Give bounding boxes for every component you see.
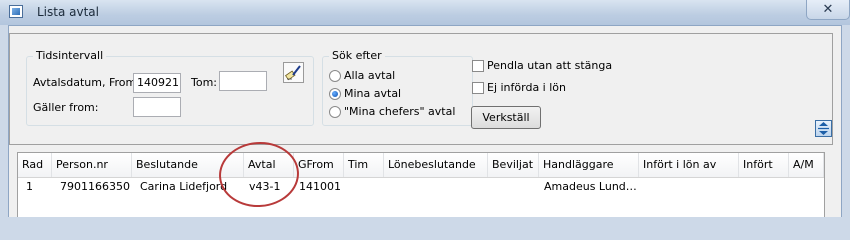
radio-label: Mina avtal xyxy=(344,87,402,100)
app-window-icon xyxy=(9,5,23,18)
cell-beviljat xyxy=(488,177,539,197)
column-header-am[interactable]: A/M xyxy=(789,153,824,177)
column-header-beviljat[interactable]: Beviljat xyxy=(488,153,539,177)
from-label: Avtalsdatum, From: xyxy=(33,76,140,89)
column-header-tim[interactable]: Tim xyxy=(344,153,384,177)
table-header: Rad Person.nr Beslutande Avtal GFrom Tim… xyxy=(18,153,824,178)
checkbox[interactable] xyxy=(472,82,484,94)
valid-from-input[interactable] xyxy=(133,97,181,117)
period-group-legend: Tidsintervall xyxy=(33,49,107,62)
checkbox[interactable] xyxy=(472,60,484,72)
search-group: Sök efter Alla avtal Mina avtal "Mina ch… xyxy=(322,49,473,126)
cell-rad: 1 xyxy=(26,180,33,193)
cell-lonebeslutande xyxy=(384,177,488,197)
cell-am xyxy=(789,177,824,197)
column-header-personnr[interactable]: Person.nr xyxy=(52,153,132,177)
checkbox-label: Pendla utan att stänga xyxy=(487,59,613,72)
close-icon: ✕ xyxy=(822,2,834,17)
radio-label: "Mina chefers" avtal xyxy=(344,105,456,118)
title-bar[interactable]: Lista avtal ✕ xyxy=(0,0,850,25)
to-label: Tom: xyxy=(191,76,218,89)
radio-button[interactable] xyxy=(329,70,341,82)
cell-handlaggare: Amadeus Lund… xyxy=(544,180,637,193)
to-date-input[interactable] xyxy=(219,71,267,91)
close-button[interactable]: ✕ xyxy=(806,0,850,20)
checkbox-label: Ej införda i lön xyxy=(487,81,566,94)
valid-from-label: Gäller from: xyxy=(33,101,99,114)
column-header-rad[interactable]: Rad xyxy=(18,153,52,177)
radio-button[interactable] xyxy=(329,106,341,118)
window-title: Lista avtal xyxy=(37,5,99,19)
column-header-lonebeslutande[interactable]: Lönebeslutande xyxy=(384,153,488,177)
expand-collapse-icon xyxy=(818,122,829,135)
contracts-table[interactable]: Rad Person.nr Beslutande Avtal GFrom Tim… xyxy=(17,152,825,217)
cell-tim xyxy=(344,177,384,197)
cell-infort-i-lon-av xyxy=(639,177,739,197)
cell-gfrom: 141001 xyxy=(299,180,341,193)
column-header-handlaggare[interactable]: Handläggare xyxy=(539,153,639,177)
cell-infort xyxy=(739,177,789,197)
expand-collapse-button[interactable] xyxy=(815,120,832,137)
filter-panel: Tidsintervall Avtalsdatum, From: 140921 … xyxy=(9,33,833,145)
column-header-gfrom[interactable]: GFrom xyxy=(294,153,344,177)
radio-label: Alla avtal xyxy=(344,69,396,82)
clear-dates-button[interactable] xyxy=(283,62,304,83)
eraser-pen-icon xyxy=(285,65,301,81)
cell-personnr: 7901166350 xyxy=(60,180,130,193)
radio-button[interactable] xyxy=(329,88,341,100)
period-group: Tidsintervall Avtalsdatum, From: 140921 … xyxy=(26,49,314,126)
from-date-input[interactable]: 140921 xyxy=(133,73,181,93)
search-group-legend: Sök efter xyxy=(329,49,385,62)
apply-button[interactable]: Verkställ xyxy=(471,106,541,129)
column-header-infort-i-lon-av[interactable]: Infört i lön av xyxy=(639,153,739,177)
column-header-infort[interactable]: Infört xyxy=(739,153,789,177)
